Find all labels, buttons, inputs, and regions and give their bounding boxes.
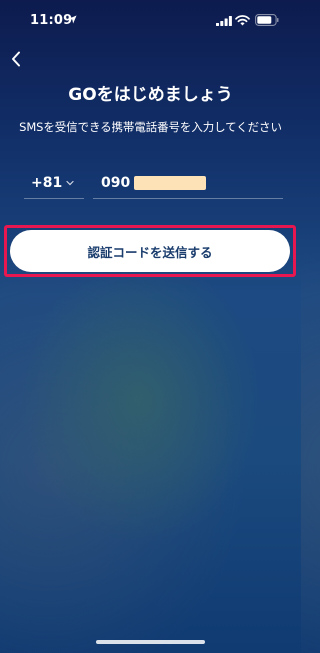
chevron-left-icon <box>12 51 20 67</box>
cellular-signal-icon <box>216 16 232 26</box>
redacted-number-mask <box>134 175 207 190</box>
chevron-down-icon <box>66 180 74 186</box>
status-time: 11:09 <box>30 13 73 28</box>
status-bar: 11:09 <box>0 0 301 44</box>
instruction-text: SMSを受信できる携帯電話番号を入力してください <box>19 120 282 134</box>
send-code-button[interactable]: 認証コードを送信する <box>10 230 290 272</box>
wifi-icon <box>235 15 250 26</box>
home-indicator <box>96 640 205 644</box>
back-button[interactable] <box>4 48 28 70</box>
location-arrow-icon <box>68 15 77 24</box>
phone-number-input[interactable]: 090 <box>93 167 283 199</box>
country-code-selector[interactable]: +81 <box>24 167 84 199</box>
country-code-value: +81 <box>31 174 63 191</box>
phone-number-value: 090 <box>101 174 131 191</box>
page-title: GOをはじめましょう <box>68 85 233 105</box>
battery-icon <box>255 14 279 26</box>
